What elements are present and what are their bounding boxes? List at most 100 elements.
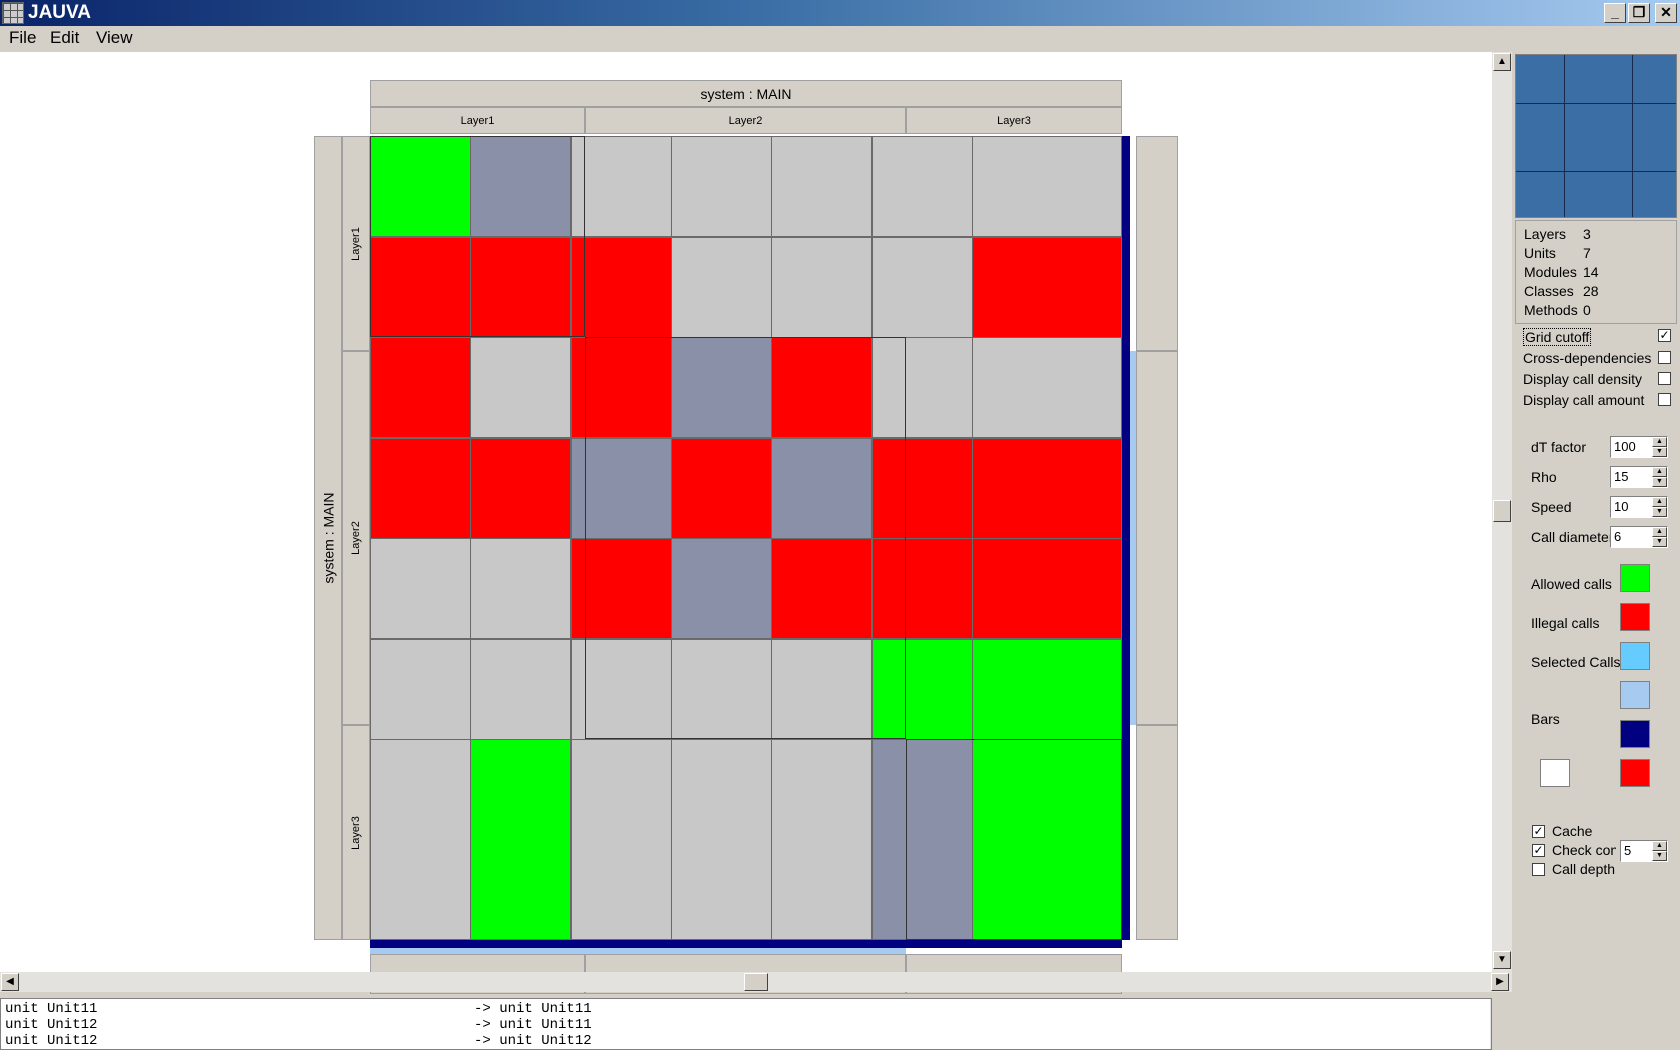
- spin-up-icon[interactable]: ▲: [1652, 497, 1667, 507]
- matrix-cell-selected[interactable]: [872, 739, 973, 940]
- matrix-cell-illegal[interactable]: [972, 237, 1122, 338]
- matrix-cell-illegal[interactable]: [571, 337, 672, 438]
- matrix-cell-none[interactable]: [771, 136, 872, 237]
- menu-view[interactable]: View: [96, 28, 133, 48]
- dt-factor-spinner[interactable]: 100 ▲ ▼: [1610, 436, 1668, 458]
- matrix-cell-none[interactable]: [370, 639, 471, 740]
- matrix-cell-illegal[interactable]: [370, 438, 471, 539]
- scroll-right-arrow-icon[interactable]: ▶: [1491, 973, 1509, 991]
- check-cons-checkbox[interactable]: ✓: [1532, 844, 1545, 857]
- call-depth-label[interactable]: Call depth: [1552, 861, 1615, 877]
- close-button[interactable]: ✕: [1655, 3, 1677, 23]
- matrix-cell-none[interactable]: [972, 136, 1122, 237]
- call-amount-label[interactable]: Display call amount: [1523, 392, 1644, 408]
- horizontal-scroll-thumb[interactable]: [744, 973, 768, 991]
- matrix-cell-none[interactable]: [771, 237, 872, 338]
- call-diameter-spinner[interactable]: 6 ▲ ▼: [1610, 526, 1668, 548]
- console-scroll-down-icon[interactable]: ▼: [1491, 1027, 1492, 1045]
- console-scroll-up-icon[interactable]: ▲: [1491, 1000, 1492, 1018]
- cache-checkbox[interactable]: ✓: [1532, 825, 1545, 838]
- layer2-header-left[interactable]: Layer2: [342, 351, 370, 725]
- dependency-matrix[interactable]: [370, 136, 1122, 940]
- call-density-label[interactable]: Display call density: [1523, 371, 1642, 387]
- bars-light-color-swatch[interactable]: [1620, 681, 1650, 709]
- menu-edit[interactable]: Edit: [50, 28, 79, 48]
- matrix-cell-illegal[interactable]: [470, 438, 571, 539]
- vertical-scrollbar[interactable]: ▲ ▼: [1492, 52, 1512, 972]
- matrix-cell-none[interactable]: [872, 337, 973, 438]
- matrix-cell-illegal[interactable]: [571, 237, 672, 338]
- matrix-cell-allowed[interactable]: [370, 136, 471, 237]
- matrix-cell-allowed[interactable]: [470, 739, 571, 940]
- matrix-cell-none[interactable]: [872, 136, 973, 237]
- matrix-cell-none[interactable]: [370, 538, 471, 639]
- layer3-header-left[interactable]: Layer3: [342, 725, 370, 940]
- spin-up-icon[interactable]: ▲: [1652, 841, 1667, 851]
- bars-dark-color-swatch[interactable]: [1620, 720, 1650, 748]
- spin-up-icon[interactable]: ▲: [1652, 467, 1667, 477]
- spin-down-icon[interactable]: ▼: [1652, 537, 1667, 547]
- spin-down-icon[interactable]: ▼: [1652, 477, 1667, 487]
- highlight-color-swatch[interactable]: [1620, 759, 1650, 787]
- matrix-cell-illegal[interactable]: [470, 237, 571, 338]
- grid-cutoff-label[interactable]: Grid cutoff: [1523, 328, 1592, 346]
- matrix-cell-allowed[interactable]: [872, 639, 973, 740]
- scroll-left-arrow-icon[interactable]: ◀: [1, 973, 19, 991]
- matrix-cell-none[interactable]: [470, 337, 571, 438]
- matrix-cell-none[interactable]: [470, 639, 571, 740]
- matrix-cell-illegal[interactable]: [370, 337, 471, 438]
- matrix-cell-selected[interactable]: [771, 438, 872, 539]
- spin-down-icon[interactable]: ▼: [1652, 851, 1667, 861]
- matrix-cell-none[interactable]: [671, 639, 772, 740]
- matrix-cell-allowed[interactable]: [972, 639, 1122, 740]
- matrix-cell-selected[interactable]: [671, 337, 772, 438]
- matrix-cell-none[interactable]: [771, 739, 872, 940]
- check-cons-label[interactable]: Check cons: [1552, 842, 1616, 858]
- spin-down-icon[interactable]: ▼: [1652, 447, 1667, 457]
- matrix-cell-illegal[interactable]: [872, 438, 973, 539]
- output-console[interactable]: unit Unit11 -> unit Unit11 unit Unit12 -> u…: [0, 998, 1492, 1050]
- menu-file[interactable]: File: [9, 28, 36, 48]
- call-depth-checkbox[interactable]: [1532, 863, 1545, 876]
- layer3-header-top[interactable]: Layer3: [906, 107, 1122, 134]
- cross-dependencies-label[interactable]: Cross-dependencies: [1523, 350, 1651, 366]
- matrix-cell-none[interactable]: [470, 538, 571, 639]
- spin-up-icon[interactable]: ▲: [1652, 437, 1667, 447]
- matrix-cell-none[interactable]: [571, 136, 672, 237]
- matrix-canvas[interactable]: system : MAIN Layer1 Layer2 Layer3 syste…: [0, 52, 1492, 994]
- rho-spinner[interactable]: 15 ▲ ▼: [1610, 466, 1668, 488]
- spin-up-icon[interactable]: ▲: [1652, 527, 1667, 537]
- console-scrollbar[interactable]: ▲ ▼: [1490, 999, 1492, 1049]
- matrix-cell-illegal[interactable]: [771, 337, 872, 438]
- cross-dependencies-checkbox[interactable]: [1658, 351, 1671, 364]
- layer1-header-left[interactable]: Layer1: [342, 136, 370, 351]
- matrix-cell-illegal[interactable]: [671, 438, 772, 539]
- background-color-swatch[interactable]: [1540, 759, 1570, 787]
- matrix-cell-selected[interactable]: [470, 136, 571, 237]
- call-density-checkbox[interactable]: [1658, 372, 1671, 385]
- overview-minimap[interactable]: [1515, 54, 1677, 218]
- matrix-cell-none[interactable]: [571, 639, 672, 740]
- matrix-cell-illegal[interactable]: [872, 538, 973, 639]
- spin-down-icon[interactable]: ▼: [1652, 507, 1667, 517]
- matrix-cell-none[interactable]: [872, 237, 973, 338]
- matrix-cell-none[interactable]: [571, 739, 672, 940]
- grid-cutoff-checkbox[interactable]: ✓: [1658, 329, 1671, 342]
- matrix-cell-none[interactable]: [671, 739, 772, 940]
- matrix-cell-illegal[interactable]: [370, 237, 471, 338]
- matrix-cell-illegal[interactable]: [972, 538, 1122, 639]
- scroll-up-arrow-icon[interactable]: ▲: [1493, 53, 1511, 71]
- cache-label[interactable]: Cache: [1552, 823, 1592, 839]
- matrix-cell-illegal[interactable]: [972, 438, 1122, 539]
- check-cons-spinner[interactable]: 5 ▲ ▼: [1620, 840, 1668, 862]
- horizontal-scrollbar[interactable]: ◀ ▶: [0, 972, 1512, 992]
- scroll-down-arrow-icon[interactable]: ▼: [1493, 951, 1511, 969]
- minimize-button[interactable]: _: [1604, 3, 1626, 23]
- selected-color-swatch[interactable]: [1620, 642, 1650, 670]
- matrix-cell-none[interactable]: [771, 639, 872, 740]
- matrix-cell-none[interactable]: [370, 739, 471, 940]
- layer2-header-top[interactable]: Layer2: [585, 107, 906, 134]
- illegal-color-swatch[interactable]: [1620, 603, 1650, 631]
- matrix-cell-selected[interactable]: [671, 538, 772, 639]
- matrix-cell-illegal[interactable]: [771, 538, 872, 639]
